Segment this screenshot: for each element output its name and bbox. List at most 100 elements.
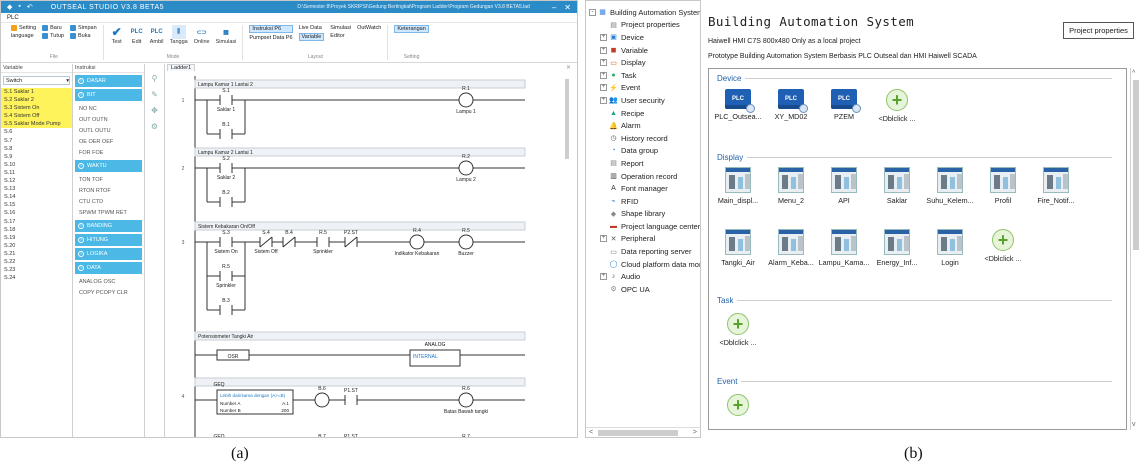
pumpset-toggle[interactable]: Pumpset Data P6 — [249, 35, 292, 41]
variable-type-select[interactable]: Switch ▾ — [3, 76, 70, 85]
collapse-icon[interactable]: - — [589, 8, 596, 16]
test-button[interactable]: ✔ Test — [110, 25, 124, 45]
instruction-category[interactable]: › DATA — [75, 262, 142, 274]
tree-item-recipe[interactable]: ▲ Recipe — [586, 107, 700, 120]
save-icon[interactable]: ▪ — [18, 3, 20, 11]
tree-item-doc[interactable]: ▤ Project properties — [586, 19, 700, 32]
expand-icon[interactable]: + — [600, 96, 607, 104]
wrench-icon[interactable]: ✎ — [151, 90, 158, 99]
expand-icon[interactable]: + — [600, 46, 607, 54]
variable-item[interactable]: S.19 — [1, 234, 72, 242]
variable-item[interactable]: S.8 — [1, 145, 72, 153]
instruction-item[interactable]: ANALOG OSC — [73, 276, 144, 287]
menu-plc[interactable]: PLC — [7, 15, 19, 21]
instruction-category[interactable]: › HITUNG — [75, 234, 142, 246]
scrollbar-thumb[interactable] — [1133, 80, 1139, 250]
variable-item[interactable]: S.5 Saklar Mode Pump — [1, 120, 72, 129]
tree-item-task[interactable]: + ● Task — [586, 69, 700, 82]
expand-icon[interactable]: + — [600, 33, 607, 41]
horizontal-scrollbar[interactable]: < > — [586, 427, 700, 437]
instruction-item[interactable]: OE OER OEF — [73, 136, 144, 147]
variable-item[interactable]: S.15 — [1, 201, 72, 209]
tree-item-peripheral[interactable]: + ✕ Peripheral — [586, 233, 700, 246]
variable-item[interactable]: S.1 Saklar 1 — [1, 88, 72, 97]
tree-item-datagroup[interactable]: ◔ Data group — [586, 145, 700, 158]
variable-item[interactable]: S.6 — [1, 128, 72, 136]
display-item[interactable]: Energy_Inf... — [871, 229, 923, 267]
display-item[interactable]: Menu_2 — [765, 167, 817, 205]
variable-item[interactable]: S.24 — [1, 274, 72, 282]
tree-item-history[interactable]: ◷ History record — [586, 132, 700, 145]
tree-item-audio[interactable]: + ♪ Audio — [586, 270, 700, 283]
variable-item[interactable]: S.17 — [1, 218, 72, 226]
scrollbar-thumb[interactable] — [598, 429, 678, 436]
scroll-left-icon[interactable]: < — [589, 429, 593, 436]
display-item[interactable]: Login — [924, 229, 976, 267]
open-button[interactable]: Buka — [70, 33, 97, 39]
close-button[interactable]: ✕ — [564, 3, 571, 12]
editor-toggle[interactable]: Editor — [330, 33, 351, 39]
language-button[interactable]: language — [11, 33, 36, 39]
instruction-category[interactable]: › BANDING — [75, 220, 142, 232]
instruction-item[interactable]: SPWM TPWM RET — [73, 207, 144, 218]
variable-item[interactable]: S.20 — [1, 242, 72, 250]
scroll-down-icon[interactable]: v — [1132, 421, 1136, 428]
ladder-diagram[interactable]: Lampu Kamar 1 Lantai 21S.1Saklar 1R.1Lam… — [165, 64, 577, 437]
project-properties-button[interactable]: Project properties — [1063, 22, 1134, 39]
instruction-item[interactable]: NO NC — [73, 103, 144, 114]
ladder-editor[interactable]: Ladder1 ✕ Lampu Kamar 1 Lantai 2 1 S.1 Sakl… — [165, 64, 577, 437]
edit-button[interactable]: PLC Edit — [130, 25, 144, 45]
display-item[interactable]: Main_displ... — [712, 167, 764, 205]
save-button[interactable]: Simpan — [70, 25, 97, 31]
instruction-item[interactable]: TON TOF — [73, 174, 144, 185]
tree-item-event[interactable]: + ⚡ Event — [586, 82, 700, 95]
tree-item-shape[interactable]: ◆ Shape library — [586, 208, 700, 221]
online-button[interactable]: ⊂⊃ Online — [194, 25, 210, 46]
display-item[interactable]: Profil — [977, 167, 1029, 205]
instruction-category[interactable]: › WAKTU — [75, 160, 142, 172]
keterangan-toggle[interactable]: Keterangan — [394, 25, 429, 33]
tree-item-device[interactable]: + ▣ Device — [586, 31, 700, 44]
display-item[interactable]: Suhu_Kelem... — [924, 167, 976, 205]
instruction-item[interactable]: CTU CTD — [73, 196, 144, 207]
tree-item-users[interactable]: + 👥 User security — [586, 94, 700, 107]
tree-item-project[interactable]: - ▦ Building Automation System — [586, 6, 700, 19]
simulasi-button[interactable]: ▦ Simulasi — [216, 25, 237, 46]
variable-item[interactable]: S.3 Sistem On — [1, 104, 72, 113]
display-item[interactable]: Tangki_Air — [712, 229, 764, 267]
scroll-up-icon[interactable]: ^ — [1132, 70, 1135, 77]
tree-item-display[interactable]: + ▭ Display — [586, 56, 700, 69]
expand-icon[interactable]: + — [600, 273, 607, 281]
instruksi-toggle[interactable]: Instruksi P6 — [249, 25, 293, 33]
variable-item[interactable]: S.9 — [1, 153, 72, 161]
device-item[interactable]: PLC PLC_Outsea... — [712, 89, 764, 121]
tree-item-report[interactable]: ▤ Report — [586, 157, 700, 170]
ambil-button[interactable]: PLC Ambil — [150, 25, 164, 45]
variable-item[interactable]: S.11 — [1, 169, 72, 177]
display-item[interactable]: Fire_Notif... — [1030, 167, 1082, 205]
simulasi-toggle[interactable]: Simulasi — [330, 25, 351, 31]
variable-item[interactable]: S.12 — [1, 177, 72, 185]
minimize-button[interactable]: – — [552, 3, 556, 12]
instruction-category[interactable]: › LOGIKA — [75, 248, 142, 260]
device-item[interactable]: + <Dblclick ... — [871, 89, 923, 123]
display-item[interactable]: Alarm_Keba... — [765, 229, 817, 267]
device-item[interactable]: PLC PZEM — [818, 89, 870, 121]
tree-item-opc[interactable]: ⚙ OPC UA — [586, 283, 700, 296]
display-item[interactable]: Saklar — [871, 167, 923, 205]
variable-item[interactable]: S.14 — [1, 193, 72, 201]
tangga-button[interactable]: ⫼ Tangga — [170, 25, 188, 45]
setting-button[interactable]: Setting — [11, 25, 36, 31]
task-item[interactable]: + <Dblclick ... — [712, 313, 764, 347]
tree-item-rfid[interactable]: ⌁ RFID — [586, 195, 700, 208]
display-item[interactable]: + <Dblclick ... — [977, 229, 1029, 263]
variable-item[interactable]: S.16 — [1, 209, 72, 217]
event-item[interactable]: + — [712, 394, 764, 416]
display-item[interactable]: API — [818, 167, 870, 205]
outwatch-toggle[interactable]: OutWatch — [357, 25, 381, 31]
tree-item-language[interactable]: ▬ Project language center — [586, 220, 700, 233]
instruction-item[interactable]: OUT OUTN — [73, 114, 144, 125]
close-file-button[interactable]: Tutup — [42, 33, 64, 39]
instruction-item[interactable]: FOR FOE — [73, 147, 144, 158]
instruction-item[interactable]: RTON RTOF — [73, 185, 144, 196]
